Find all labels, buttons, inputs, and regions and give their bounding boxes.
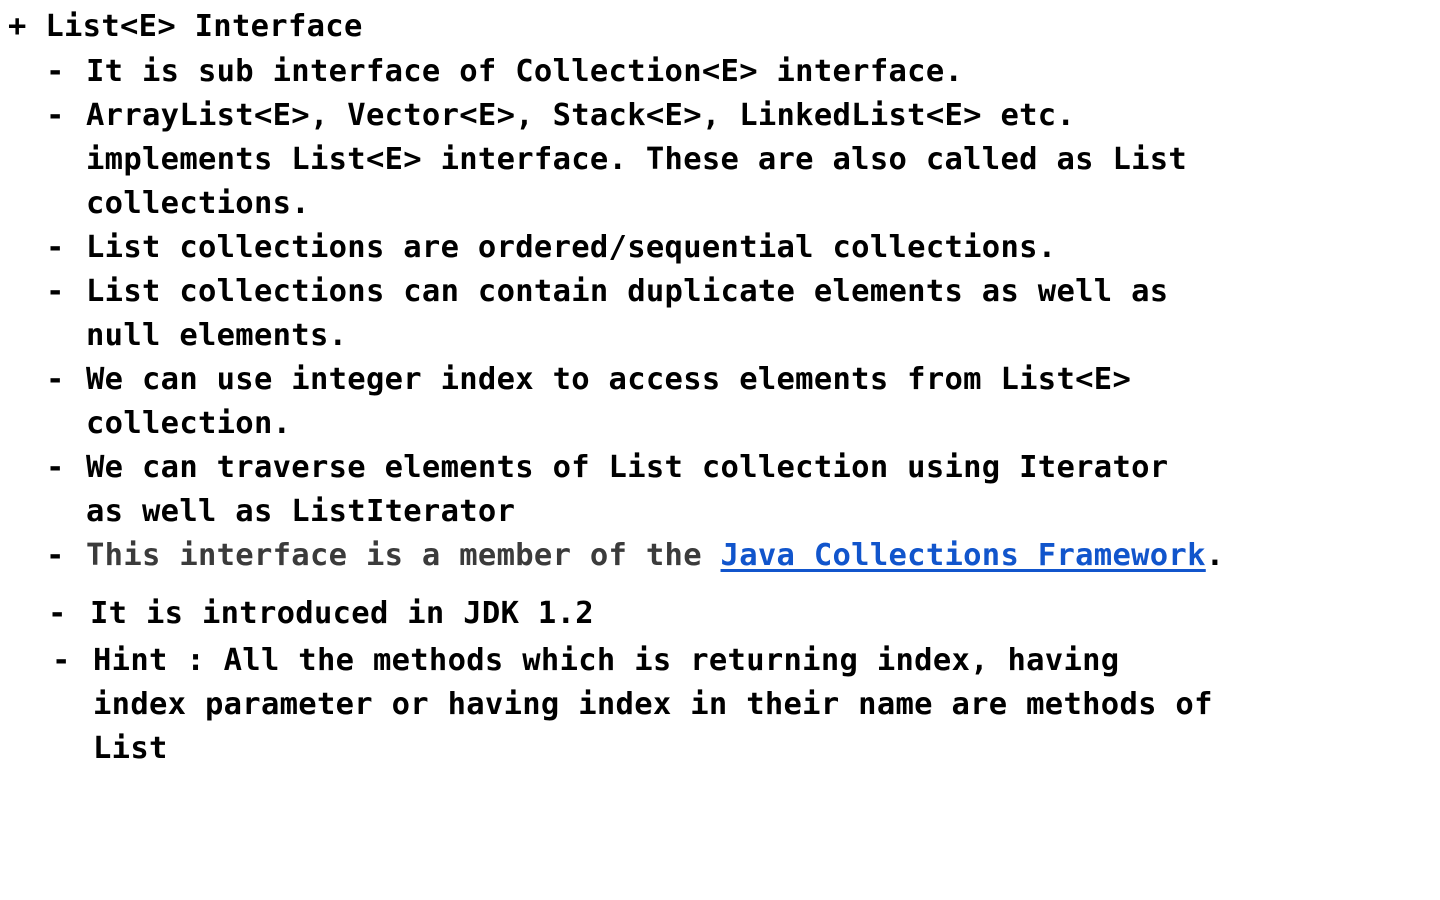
- bullet-text-suffix: .: [1205, 538, 1225, 573]
- section-heading: + List<E> Interface: [8, 7, 363, 47]
- bullet-item: - We can use integer index to access ele…: [46, 358, 1131, 446]
- bullet-line: This interface is a member of the Java C…: [86, 534, 1224, 578]
- bullet-item: - List collections are ordered/sequentia…: [46, 226, 1056, 270]
- bullet-line: collection.: [86, 406, 292, 441]
- bullet-dash: -: [46, 362, 65, 397]
- bullet-item: - List collections can contain duplicate…: [46, 270, 1168, 358]
- bullet-dash: -: [48, 596, 67, 631]
- bullet-line: Hint : All the methods which is returnin…: [93, 643, 1120, 678]
- bullet-line: List collections are ordered/sequential …: [86, 230, 1057, 265]
- heading-title: List<E> Interface: [45, 9, 363, 44]
- bullet-item: - We can traverse elements of List colle…: [46, 446, 1168, 534]
- bullet-line: null elements.: [86, 318, 348, 353]
- bullet-item: - This interface is a member of the Java…: [46, 534, 1224, 578]
- bullet-line: We can use integer index to access eleme…: [86, 362, 1132, 397]
- bullet-line: We can traverse elements of List collect…: [86, 450, 1169, 485]
- heading-marker: +: [8, 9, 27, 44]
- bullet-dash: -: [46, 54, 65, 89]
- document-page: + List<E> Interface - It is sub interfac…: [0, 0, 1440, 900]
- bullet-text: This interface is a member of the: [86, 538, 721, 573]
- bullet-dash: -: [46, 274, 65, 309]
- bullet-dash: -: [52, 643, 71, 678]
- bullet-line: List: [93, 731, 168, 766]
- bullet-line: It is sub interface of Collection<E> int…: [86, 54, 964, 89]
- bullet-line: implements List<E> interface. These are …: [86, 142, 1188, 177]
- java-collections-framework-link[interactable]: Java Collections Framework: [721, 538, 1206, 573]
- bullet-line: ArrayList<E>, Vector<E>, Stack<E>, Linke…: [86, 98, 1076, 133]
- bullet-dash: -: [46, 230, 65, 265]
- bullet-line: collections.: [86, 186, 310, 221]
- bullet-line: as well as ListIterator: [86, 494, 516, 529]
- bullet-dash: -: [46, 98, 65, 133]
- bullet-line: List collections can contain duplicate e…: [86, 274, 1169, 309]
- bullet-item: - ArrayList<E>, Vector<E>, Stack<E>, Lin…: [46, 94, 1187, 226]
- bullet-item: - It is sub interface of Collection<E> i…: [46, 50, 963, 94]
- bullet-item: - It is introduced in JDK 1.2: [48, 592, 594, 636]
- bullet-dash: -: [46, 538, 65, 573]
- bullet-item: - Hint : All the methods which is return…: [52, 639, 1213, 771]
- bullet-line: index parameter or having index in their…: [93, 687, 1213, 722]
- bullet-dash: -: [46, 450, 65, 485]
- bullet-line: It is introduced in JDK 1.2: [90, 596, 594, 631]
